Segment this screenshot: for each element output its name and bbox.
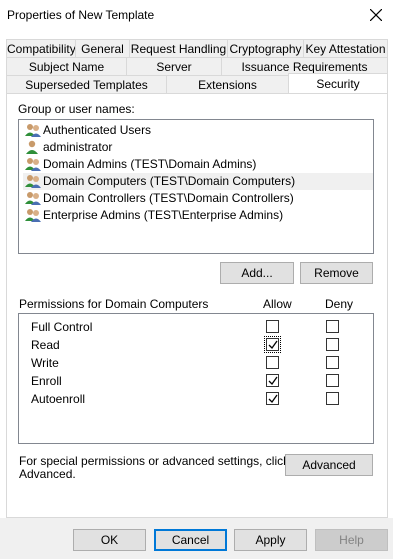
permission-row-enroll: Enroll [19, 372, 373, 390]
user-icon [26, 140, 38, 154]
group-icon [25, 192, 41, 205]
apply-button[interactable]: Apply [234, 529, 307, 551]
user-name: Authenticated Users [43, 123, 152, 137]
group-icon [25, 124, 41, 137]
allow-checkbox[interactable] [266, 392, 279, 405]
allow-checkbox[interactable] [266, 356, 279, 369]
user-name: Domain Computers (TEST\Domain Computers) [43, 174, 296, 188]
group-icon [25, 209, 41, 222]
permissions-list: Full Control Read Write Enroll Autoenrol… [18, 313, 374, 444]
tab-security[interactable]: Security [288, 73, 388, 93]
deny-checkbox[interactable] [326, 320, 339, 333]
deny-checkbox[interactable] [326, 356, 339, 369]
list-item-domain-controllers[interactable]: Domain Controllers (TEST\Domain Controll… [23, 190, 373, 207]
advanced-button[interactable]: Advanced [285, 454, 373, 476]
tab-general[interactable]: General [75, 39, 130, 57]
tab-server[interactable]: Server [126, 57, 222, 75]
cancel-button[interactable]: Cancel [154, 529, 227, 551]
permission-row-full-control: Full Control [19, 318, 373, 336]
close-button[interactable] [359, 0, 393, 30]
special-permissions-text-2: Advanced. [19, 467, 76, 481]
permission-name: Write [31, 356, 59, 370]
permission-name: Read [31, 338, 60, 352]
permission-name: Autoenroll [31, 392, 86, 406]
tab-compatibility[interactable]: Compatibility [6, 39, 76, 57]
permission-row-read: Read [19, 336, 373, 354]
checkmark-icon [268, 394, 278, 404]
checkmark-icon [268, 340, 278, 350]
user-name: Enterprise Admins (TEST\Enterprise Admin… [43, 208, 284, 222]
group-icon [25, 175, 41, 188]
checkmark-icon [268, 376, 278, 386]
tab-subject-name[interactable]: Subject Name [6, 57, 127, 75]
ok-button[interactable]: OK [73, 529, 146, 551]
group-icon [25, 158, 41, 171]
remove-button[interactable]: Remove [300, 262, 373, 284]
permission-row-autoenroll: Autoenroll [19, 390, 373, 408]
permission-row-write: Write [19, 354, 373, 372]
tab-cryptography[interactable]: Cryptography [227, 39, 304, 57]
group-user-names-label: Group or user names: [18, 102, 135, 116]
deny-checkbox[interactable] [326, 374, 339, 387]
deny-checkbox[interactable] [326, 338, 339, 351]
deny-checkbox[interactable] [326, 392, 339, 405]
special-permissions-text: For special permissions or advanced sett… [19, 454, 290, 468]
permission-name: Full Control [31, 320, 93, 334]
allow-checkbox[interactable] [266, 374, 279, 387]
permissions-label: Permissions for Domain Computers [19, 297, 209, 311]
allow-checkbox[interactable] [264, 336, 281, 353]
tab-superseded-templates[interactable]: Superseded Templates [6, 75, 167, 93]
add-button[interactable]: Add... [220, 262, 294, 284]
tab-extensions[interactable]: Extensions [166, 75, 289, 93]
help-button[interactable]: Help [315, 529, 388, 551]
user-listbox[interactable]: Authenticated Users administrator Domain… [18, 119, 374, 254]
tab-request-handling[interactable]: Request Handling [129, 39, 228, 57]
list-item-enterprise-admins[interactable]: Enterprise Admins (TEST\Enterprise Admin… [23, 207, 373, 224]
list-item-authenticated-users[interactable]: Authenticated Users [23, 122, 373, 139]
window-title: Properties of New Template [7, 8, 155, 22]
list-item-domain-admins[interactable]: Domain Admins (TEST\Domain Admins) [23, 156, 373, 173]
deny-column-header: Deny [325, 297, 354, 311]
list-item-administrator[interactable]: administrator [23, 139, 373, 156]
user-name: administrator [43, 140, 113, 154]
close-icon [370, 9, 382, 21]
allow-checkbox[interactable] [266, 320, 279, 333]
allow-column-header: Allow [263, 297, 292, 311]
user-name: Domain Controllers (TEST\Domain Controll… [43, 191, 294, 205]
permission-name: Enroll [31, 374, 62, 388]
user-name: Domain Admins (TEST\Domain Admins) [43, 157, 257, 171]
list-item-domain-computers[interactable]: Domain Computers (TEST\Domain Computers) [23, 173, 373, 190]
tab-key-attestation[interactable]: Key Attestation [303, 39, 388, 57]
title-bar: Properties of New Template [0, 0, 393, 30]
